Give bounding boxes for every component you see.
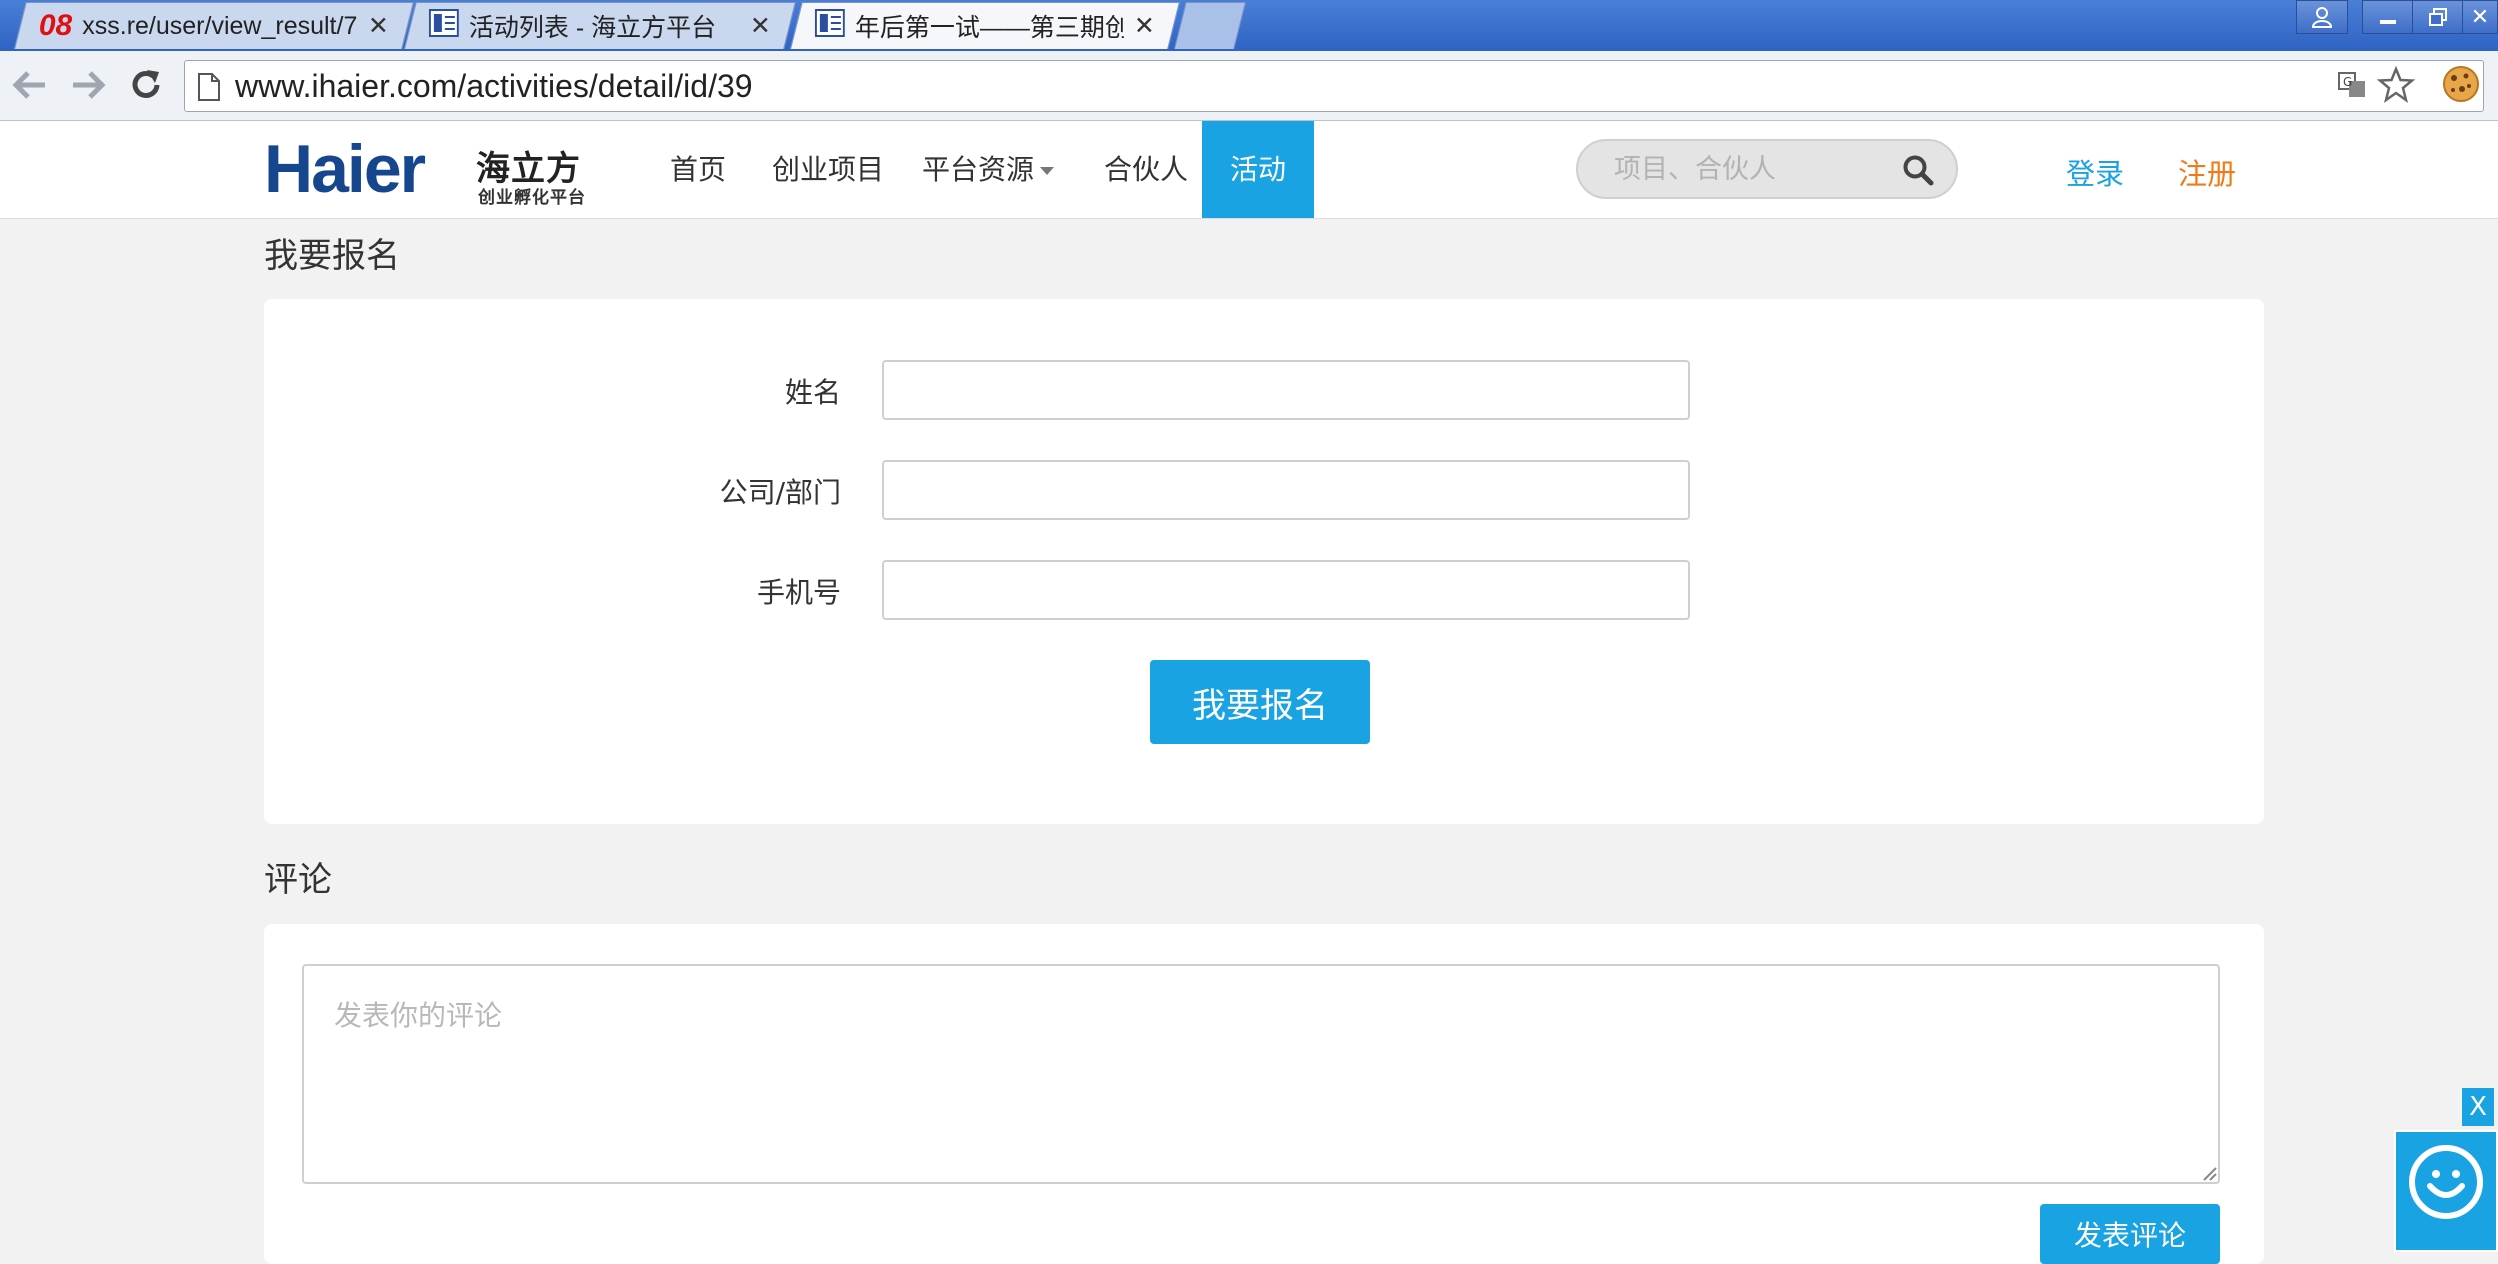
address-bar[interactable]: www.ihaier.com/activities/detail/id/39 G [184, 60, 2484, 112]
page-favicon-icon [814, 8, 845, 44]
cookie-extension-icon[interactable] [2440, 63, 2482, 109]
tab-title: 年后第一试——第三期创 [854, 14, 1124, 42]
comments-title: 评论 [264, 860, 332, 900]
nav-resources[interactable]: 平台资源 [918, 121, 1058, 218]
minimize-icon[interactable] [2362, 0, 2414, 34]
chevron-down-icon [1040, 167, 1054, 175]
site-search [1576, 139, 1958, 199]
browser-tab-current[interactable]: 年后第一试——第三期创 ✕ [790, 2, 1180, 49]
nav-activities[interactable]: 活动 [1202, 121, 1314, 218]
restore-icon[interactable] [2412, 0, 2464, 34]
browser-tab-activities[interactable]: 活动列表 - 海立方平台 ✕ [404, 2, 796, 49]
login-link[interactable]: 登录 [2066, 151, 2124, 193]
translate-icon[interactable]: G [2337, 70, 2367, 104]
post-comment-button[interactable]: 发表评论 [2040, 1204, 2220, 1264]
register-link[interactable]: 注册 [2178, 151, 2236, 193]
phone-field[interactable] [882, 560, 1690, 620]
signup-title: 我要报名 [264, 236, 400, 276]
signup-button[interactable]: 我要报名 [1150, 660, 1370, 744]
company-field[interactable] [882, 460, 1690, 520]
close-tab-icon[interactable]: ✕ [750, 11, 771, 41]
close-tab-icon[interactable]: ✕ [368, 11, 389, 41]
name-field[interactable] [882, 360, 1690, 420]
url-text: www.ihaier.com/activities/detail/id/39 [235, 68, 753, 104]
page-favicon-icon [428, 8, 459, 44]
phone-label: 手机号 [756, 576, 841, 609]
back-arrow-icon[interactable] [8, 63, 52, 107]
resize-grip-icon[interactable] [2200, 1164, 2218, 1186]
reload-icon[interactable] [124, 63, 168, 107]
haier-logo[interactable]: Haier [264, 135, 426, 203]
new-tab-button[interactable] [1174, 2, 1246, 49]
browser-tab-bar: 08 xss.re/user/view_result/764... ✕ 活动列表… [0, 0, 2498, 51]
smiley-icon [2409, 1145, 2483, 1219]
nav-projects[interactable]: 创业项目 [768, 121, 888, 218]
browser-tab-xss[interactable]: 08 xss.re/user/view_result/764... ✕ [14, 2, 414, 49]
bookmark-star-icon[interactable] [2376, 65, 2416, 108]
nav-resources-label: 平台资源 [921, 153, 1034, 186]
site-header: Haier 海立方 创业孵化平台 首页 创业项目 平台资源 合伙人 活动 登录 … [0, 121, 2498, 219]
logo-subtitle: 创业孵化平台 [478, 188, 586, 208]
forward-arrow-icon[interactable] [66, 63, 110, 107]
nav-partners[interactable]: 合伙人 [1090, 121, 1202, 218]
close-tab-icon[interactable]: ✕ [1134, 11, 1155, 41]
name-label: 姓名 [784, 376, 841, 409]
nav-home[interactable]: 首页 [658, 121, 738, 218]
user-profile-icon[interactable] [2296, 0, 2348, 34]
browser-toolbar: www.ihaier.com/activities/detail/id/39 G [0, 51, 2498, 121]
page-icon [197, 72, 221, 106]
comment-input[interactable] [302, 964, 2220, 1184]
search-icon[interactable] [1902, 154, 1934, 190]
close-icon[interactable]: X [2462, 1088, 2494, 1126]
tab-favicon-08: 08 [38, 9, 73, 42]
tab-title: 活动列表 - 海立方平台 [468, 14, 717, 42]
close-window-icon[interactable]: ✕ [2462, 0, 2498, 34]
chat-widget[interactable] [2394, 1130, 2498, 1252]
svg-text:G: G [2343, 75, 2352, 89]
search-input[interactable] [1614, 141, 1894, 197]
tab-title: xss.re/user/view_result/764... [82, 11, 358, 40]
company-label: 公司/部门 [719, 476, 841, 509]
